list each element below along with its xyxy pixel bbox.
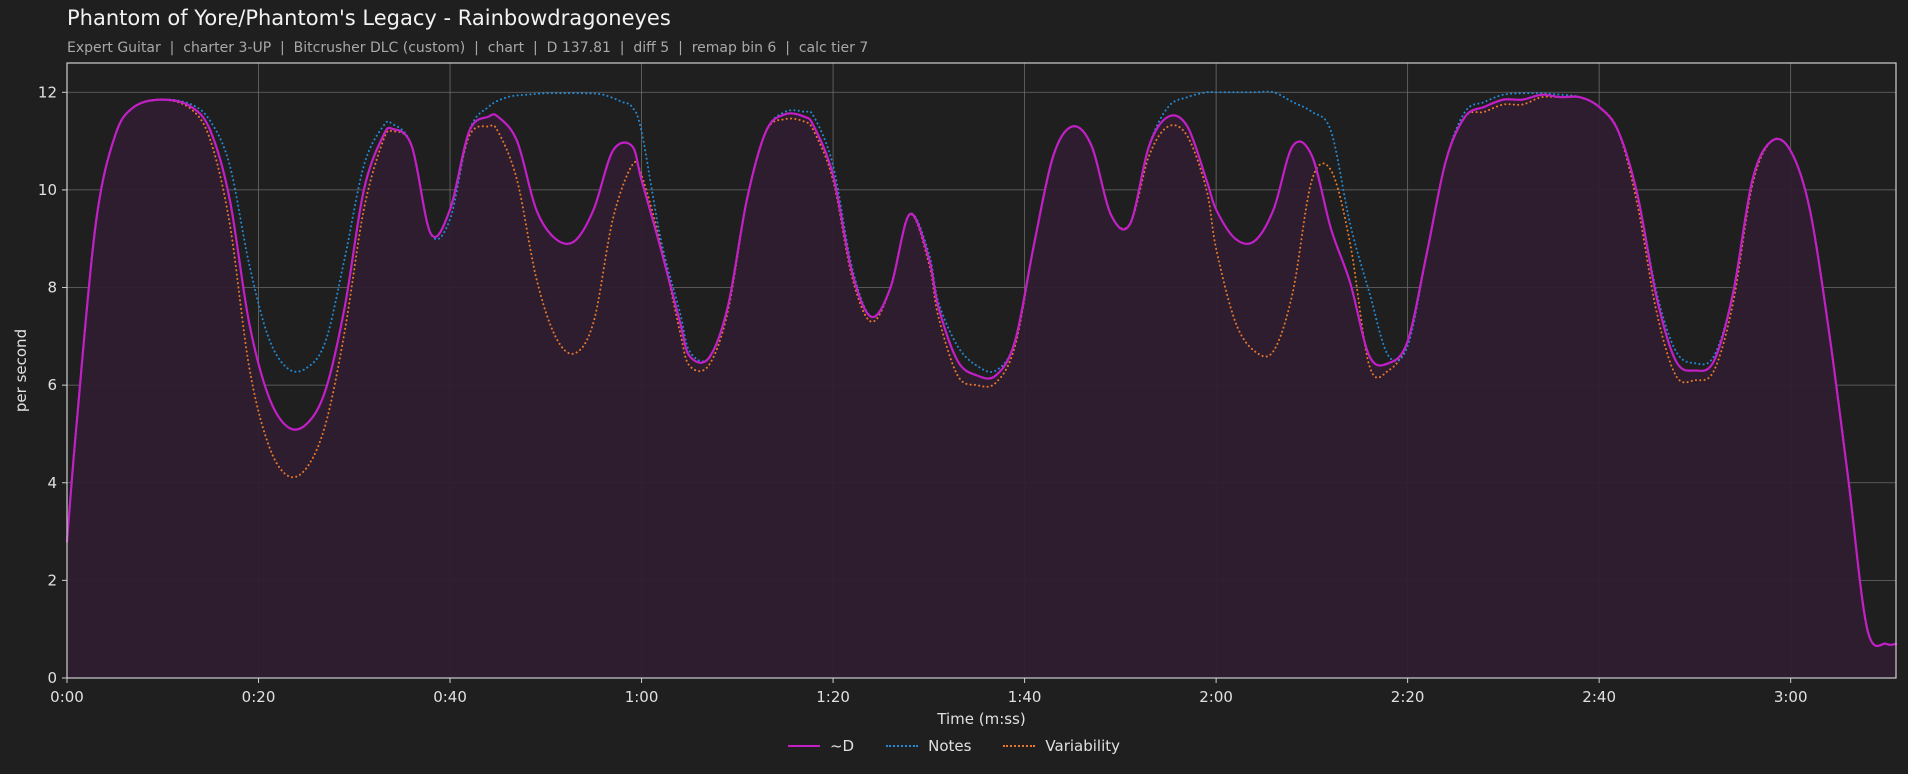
y-tick-label: 8: [47, 279, 57, 297]
x-tick-label: 0:00: [50, 688, 84, 706]
y-tick-label: 0: [47, 669, 57, 687]
legend-swatch-variability: [1003, 745, 1036, 747]
legend-label-notes: Notes: [928, 737, 972, 755]
y-tick-label: 2: [47, 571, 57, 589]
x-tick-label: 1:40: [1008, 688, 1042, 706]
y-tick-label: 10: [38, 181, 57, 199]
legend-label-d: ~D: [829, 737, 855, 755]
y-tick-label: 4: [47, 474, 57, 492]
x-tick-label: 0:20: [242, 688, 276, 706]
y-tick-label: 6: [47, 376, 57, 394]
y-axis-label: per second: [12, 329, 30, 412]
x-tick-label: 1:20: [816, 688, 850, 706]
x-tick-label: 1:00: [625, 688, 659, 706]
x-tick-label: 2:20: [1391, 688, 1425, 706]
y-tick-label: 12: [38, 83, 57, 101]
x-axis-label: Time (m:ss): [936, 710, 1025, 728]
fill-layer: [67, 94, 1896, 678]
series-d-area: [67, 94, 1896, 678]
legend-swatch-notes: [886, 745, 919, 747]
legend-label-variability: Variability: [1045, 737, 1121, 755]
x-tick-label: 0:40: [433, 688, 467, 706]
x-tick-label: 2:40: [1582, 688, 1616, 706]
legend-item-variability: Variability: [1003, 737, 1120, 755]
x-tick-label: 2:00: [1199, 688, 1233, 706]
legend-item-notes: Notes: [886, 737, 971, 755]
chart-svg: 0:00 0:20 0:40 1:00 1:20 1:40 2:00 2:20 2:40 3:00…: [12, 62, 1898, 728]
legend: ~D Notes Variability: [0, 737, 1908, 755]
legend-item-d: ~D: [787, 737, 855, 755]
x-tick-label: 3:00: [1774, 688, 1808, 706]
legend-swatch-d: [787, 745, 820, 747]
